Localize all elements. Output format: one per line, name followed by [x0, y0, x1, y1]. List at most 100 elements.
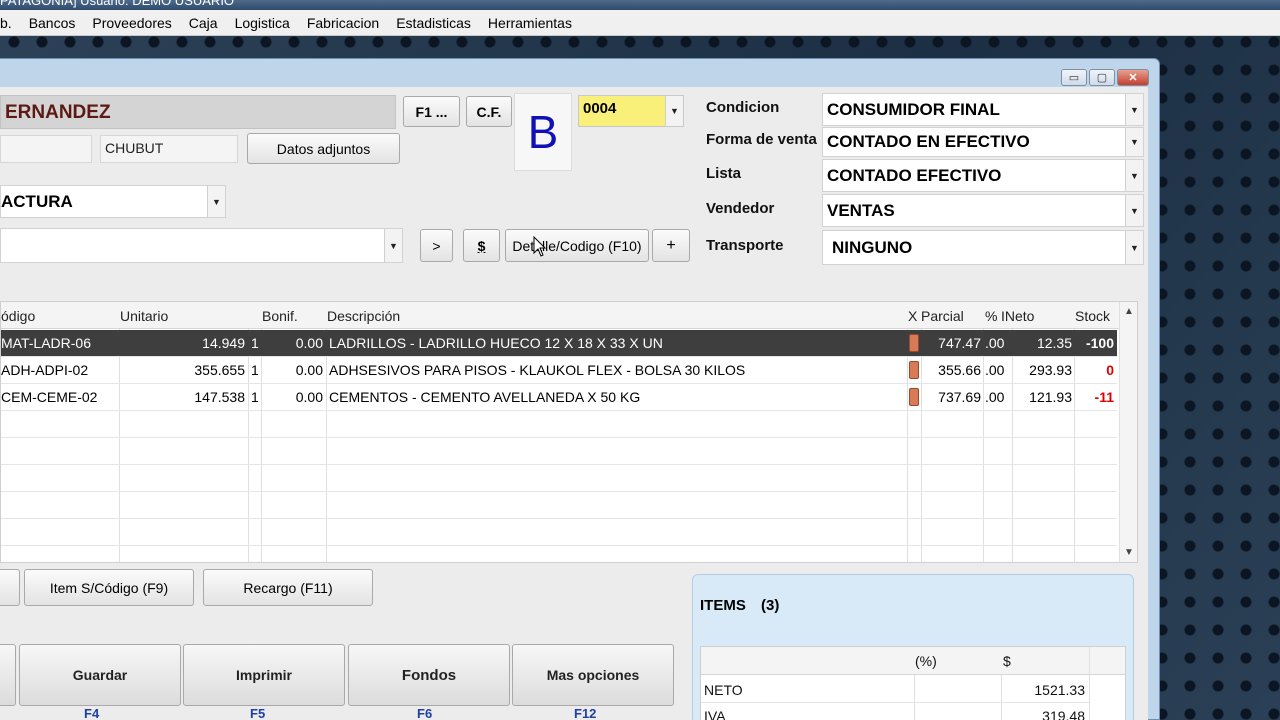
iva-value: 319.48 [1042, 708, 1085, 720]
col-pct[interactable]: % [985, 308, 997, 324]
col-bonif[interactable]: Bonif. [262, 308, 298, 324]
invoice-letter-box: B [514, 93, 572, 171]
items-count: (3) [761, 597, 780, 614]
col-unitario[interactable]: Unitario [120, 308, 168, 324]
table-row[interactable] [1, 519, 1117, 546]
datos-adjuntos-button[interactable]: Datos adjuntos [247, 133, 400, 164]
col-parcial[interactable]: Parcial [921, 308, 964, 324]
menu-bar: b. Bancos Proveedores Caja Logistica Fab… [0, 10, 1280, 36]
transporte-select[interactable]: NINGUNO ▼ [822, 230, 1144, 265]
mas-opciones-shortcut: F12 [574, 706, 597, 720]
fondos-button[interactable]: Fondos [348, 644, 510, 706]
remove-item-icon[interactable] [909, 334, 919, 352]
grid-scrollbar[interactable]: ▲ ▼ [1119, 302, 1137, 562]
forma-venta-label: Forma de venta [706, 131, 817, 148]
col-stock[interactable]: Stock [1075, 308, 1110, 324]
province-field[interactable]: CHUBUT [100, 135, 238, 163]
menu-item-bancos[interactable]: Bancos [29, 15, 76, 31]
vendedor-select[interactable]: VENTAS ▼ [822, 194, 1144, 227]
cell-pct: .00 [985, 362, 1005, 378]
remove-item-icon[interactable] [909, 388, 919, 406]
chevron-down-icon[interactable]: ▼ [1125, 128, 1143, 156]
province-value: CHUBUT [105, 140, 164, 156]
cell-parcial: 737.69 [938, 389, 981, 405]
point-of-sale-value: 0004 [583, 100, 617, 117]
totals-header: (%) $ [701, 647, 1125, 675]
address-field[interactable] [0, 135, 92, 163]
cell-codigo: MAT-LADR-06 [1, 335, 91, 351]
point-of-sale-select[interactable]: 0004 ▼ [578, 95, 684, 127]
close-button[interactable]: ✕ [1117, 69, 1149, 86]
forma-venta-select[interactable]: CONTADO EN EFECTIVO ▼ [822, 127, 1144, 157]
client-name-field[interactable]: ERNANDEZ [0, 95, 396, 129]
items-label: ITEMS [700, 597, 746, 614]
detalle-codigo-button[interactable]: Detalle/Codigo (F10) [505, 229, 649, 262]
table-row[interactable] [1, 438, 1117, 465]
left-partial-action-button[interactable] [0, 644, 16, 706]
cell-descripcion: ADHSESIVOS PARA PISOS - KLAUKOL FLEX - B… [329, 362, 746, 378]
table-row[interactable]: CEM-CEME-02 147.538 1 0.00 CEMENTOS - CE… [1, 384, 1117, 411]
chevron-down-icon[interactable]: ▼ [1125, 195, 1143, 226]
col-descripcion[interactable]: Descripción [327, 308, 400, 324]
table-row[interactable] [1, 411, 1117, 438]
menu-item-herramientas[interactable]: Herramientas [488, 15, 572, 31]
neto-label: NETO [704, 682, 743, 698]
fondos-shortcut: F6 [417, 706, 433, 720]
next-button[interactable]: > [420, 229, 453, 262]
item-sin-codigo-button[interactable]: Item S/Código (F9) [24, 569, 194, 606]
menu-item-proveedores[interactable]: Proveedores [92, 15, 171, 31]
menu-item-b[interactable]: b. [0, 15, 12, 31]
f1-button[interactable]: F1 ... [403, 96, 460, 127]
chevron-down-icon[interactable]: ▼ [665, 96, 683, 126]
transporte-label: Transporte [706, 237, 784, 254]
table-row[interactable] [1, 465, 1117, 492]
items-grid[interactable]: ódigo Unitario Bonif. Descripción X Parc… [0, 301, 1138, 563]
guardar-button[interactable]: Guardar [19, 644, 181, 706]
maximize-button[interactable]: ▢ [1089, 69, 1115, 86]
left-partial-button[interactable] [0, 569, 20, 606]
remove-item-icon[interactable] [909, 361, 919, 379]
cell-unitario: 147.538 [194, 389, 245, 405]
invoice-letter: B [527, 106, 559, 158]
col-codigo[interactable]: ódigo [1, 308, 35, 324]
cell-unitario: 355.655 [194, 362, 245, 378]
title-text: PATAGONIA] Usuario: DEMO USUARIO [0, 0, 235, 8]
mouse-cursor-icon [533, 236, 547, 257]
cell-ineto: 12.35 [1036, 335, 1072, 351]
table-row[interactable]: ADH-ADPI-02 355.655 1 0.00 ADHSESIVOS PA… [1, 357, 1117, 384]
table-row[interactable]: MAT-LADR-06 14.949 1 0.00 LADRILLOS - LA… [1, 330, 1117, 357]
cell-bonif: 0.00 [295, 335, 323, 351]
totals-divider [1089, 647, 1090, 720]
chevron-down-icon[interactable]: ▼ [1125, 94, 1143, 125]
chevron-down-icon[interactable]: ▼ [1125, 231, 1143, 264]
chevron-down-icon[interactable]: ▼ [384, 229, 402, 262]
condicion-select[interactable]: CONSUMIDOR FINAL ▼ [822, 93, 1144, 126]
document-type-select[interactable]: ACTURA ▼ [0, 185, 226, 218]
imprimir-shortcut: F5 [250, 706, 266, 720]
col-ineto[interactable]: INeto [1001, 308, 1034, 324]
col-x[interactable]: X [908, 308, 917, 324]
scroll-up-icon[interactable]: ▲ [1124, 306, 1134, 317]
imprimir-button[interactable]: Imprimir [183, 644, 345, 706]
menu-item-estadisticas[interactable]: Estadisticas [396, 15, 471, 31]
price-button[interactable]: $ [463, 229, 500, 262]
minimize-button[interactable]: ▭ [1061, 69, 1087, 86]
recargo-button[interactable]: Recargo (F11) [203, 569, 373, 606]
menu-item-logistica[interactable]: Logistica [235, 15, 290, 31]
lista-select[interactable]: CONTADO EFECTIVO ▼ [822, 159, 1144, 192]
cell-bonif: 0.00 [295, 362, 323, 378]
chevron-down-icon[interactable]: ▼ [207, 186, 225, 217]
cf-button[interactable]: C.F. [466, 96, 512, 127]
menu-item-caja[interactable]: Caja [189, 15, 218, 31]
chevron-down-icon[interactable]: ▼ [1125, 160, 1143, 191]
cell-codigo: CEM-CEME-02 [1, 389, 98, 405]
product-search-select[interactable]: ▼ [0, 228, 403, 263]
add-item-button[interactable]: + [652, 229, 690, 262]
totals-divider [701, 702, 1089, 703]
scroll-down-icon[interactable]: ▼ [1124, 547, 1134, 558]
guardar-shortcut: F4 [84, 706, 100, 720]
table-row[interactable] [1, 492, 1117, 519]
cell-ineto: 121.93 [1029, 389, 1072, 405]
mas-opciones-button[interactable]: Mas opciones [512, 644, 674, 706]
menu-item-fabricacion[interactable]: Fabricacion [307, 15, 379, 31]
